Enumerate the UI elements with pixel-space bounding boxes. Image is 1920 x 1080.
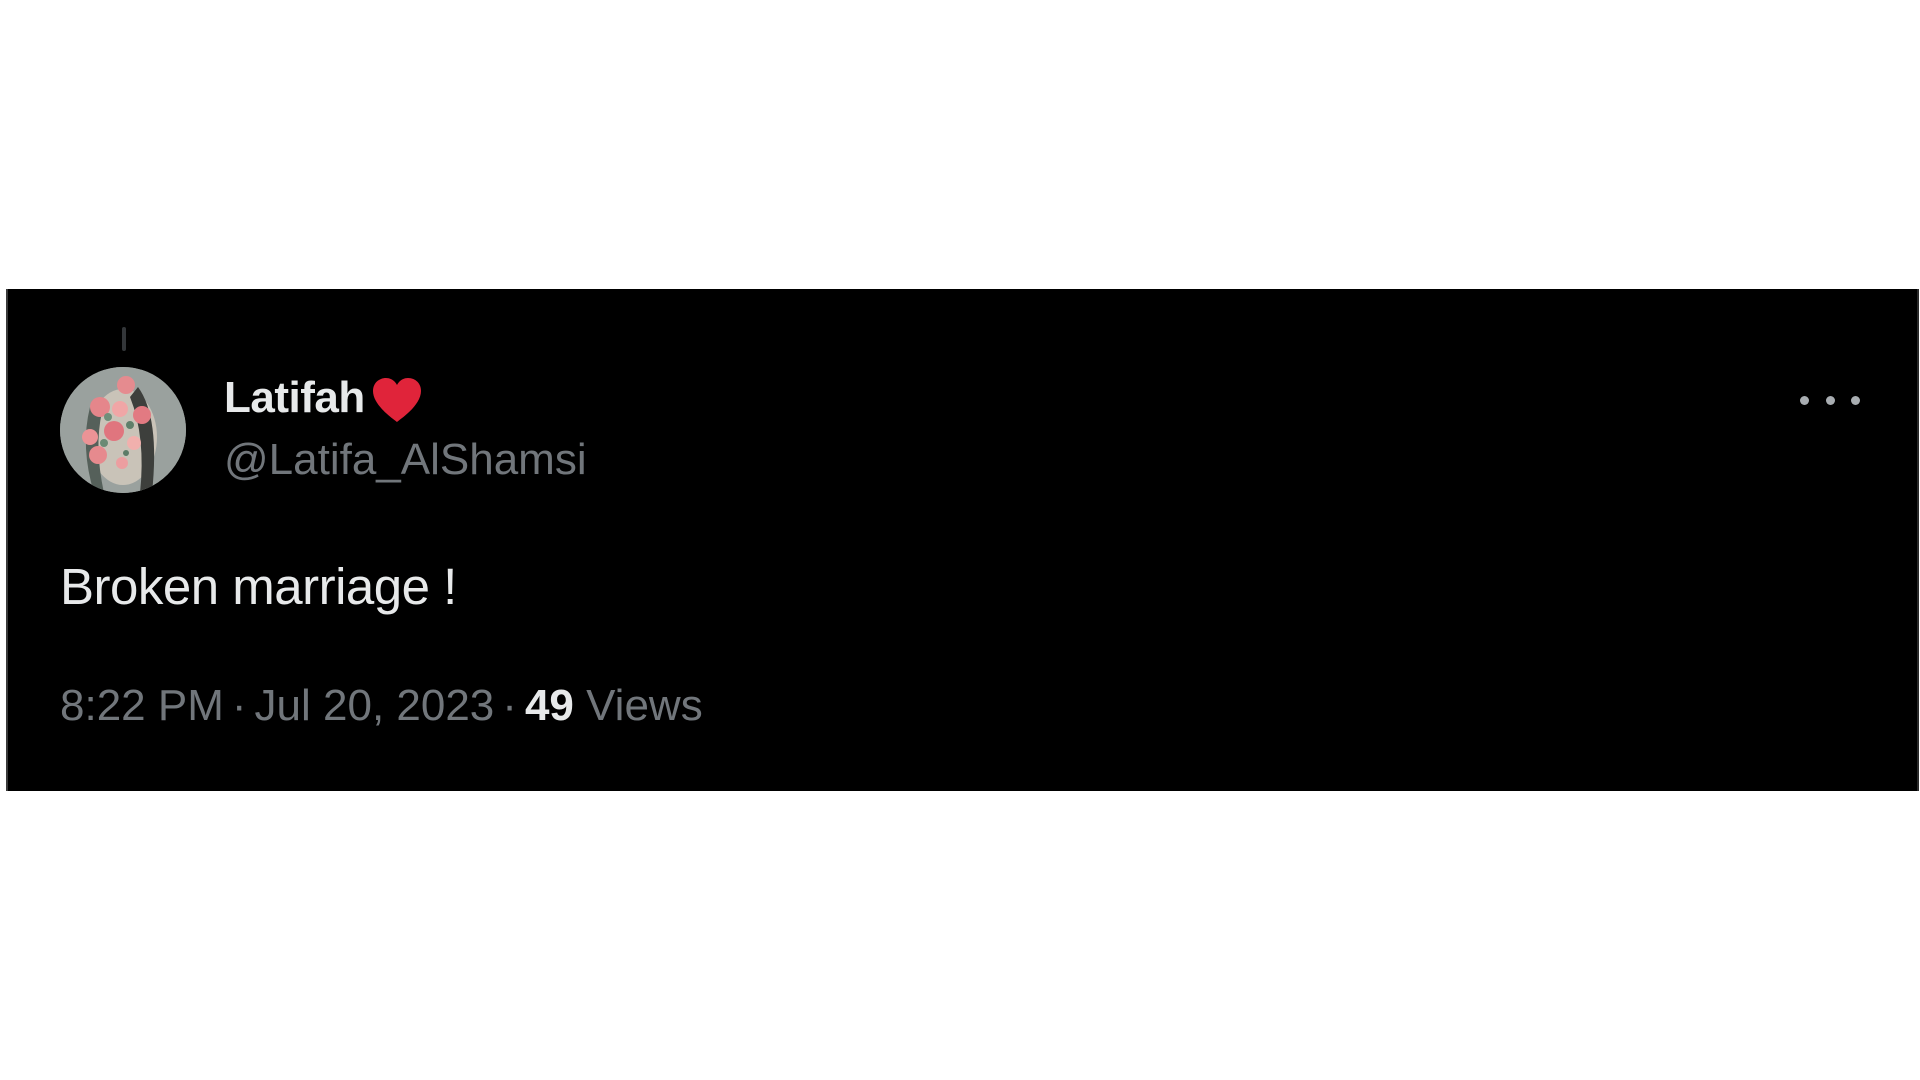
views-count: 49 (524, 681, 574, 730)
author-name-row[interactable]: Latifah (224, 369, 423, 427)
red-heart-icon (372, 378, 421, 422)
tweet-date[interactable]: Jul 20, 2023 (255, 681, 495, 730)
more-dot-icon (1825, 395, 1835, 405)
more-options-button[interactable] (1800, 385, 1860, 415)
tweet-card: Latifah @Latifa_AlShamsi Broken marriage… (6, 289, 1919, 791)
avatar-image (60, 367, 186, 493)
tweet-time[interactable]: 8:22 PM (60, 681, 224, 730)
tweet-metadata: 8:22 PM · Jul 20, 2023 · 49 Views (60, 681, 703, 731)
separator: · (231, 681, 247, 730)
more-dot-icon (1800, 395, 1809, 405)
tweet-text: Broken marriage ! (60, 558, 457, 615)
views-label: Views (586, 681, 703, 730)
author-display-name[interactable]: Latifah (224, 373, 365, 423)
thread-connector-line (122, 327, 126, 351)
author-handle[interactable]: @Latifa_AlShamsi (224, 435, 587, 485)
more-dot-icon (1851, 395, 1860, 405)
avatar[interactable] (60, 367, 186, 493)
separator: · (502, 681, 517, 730)
